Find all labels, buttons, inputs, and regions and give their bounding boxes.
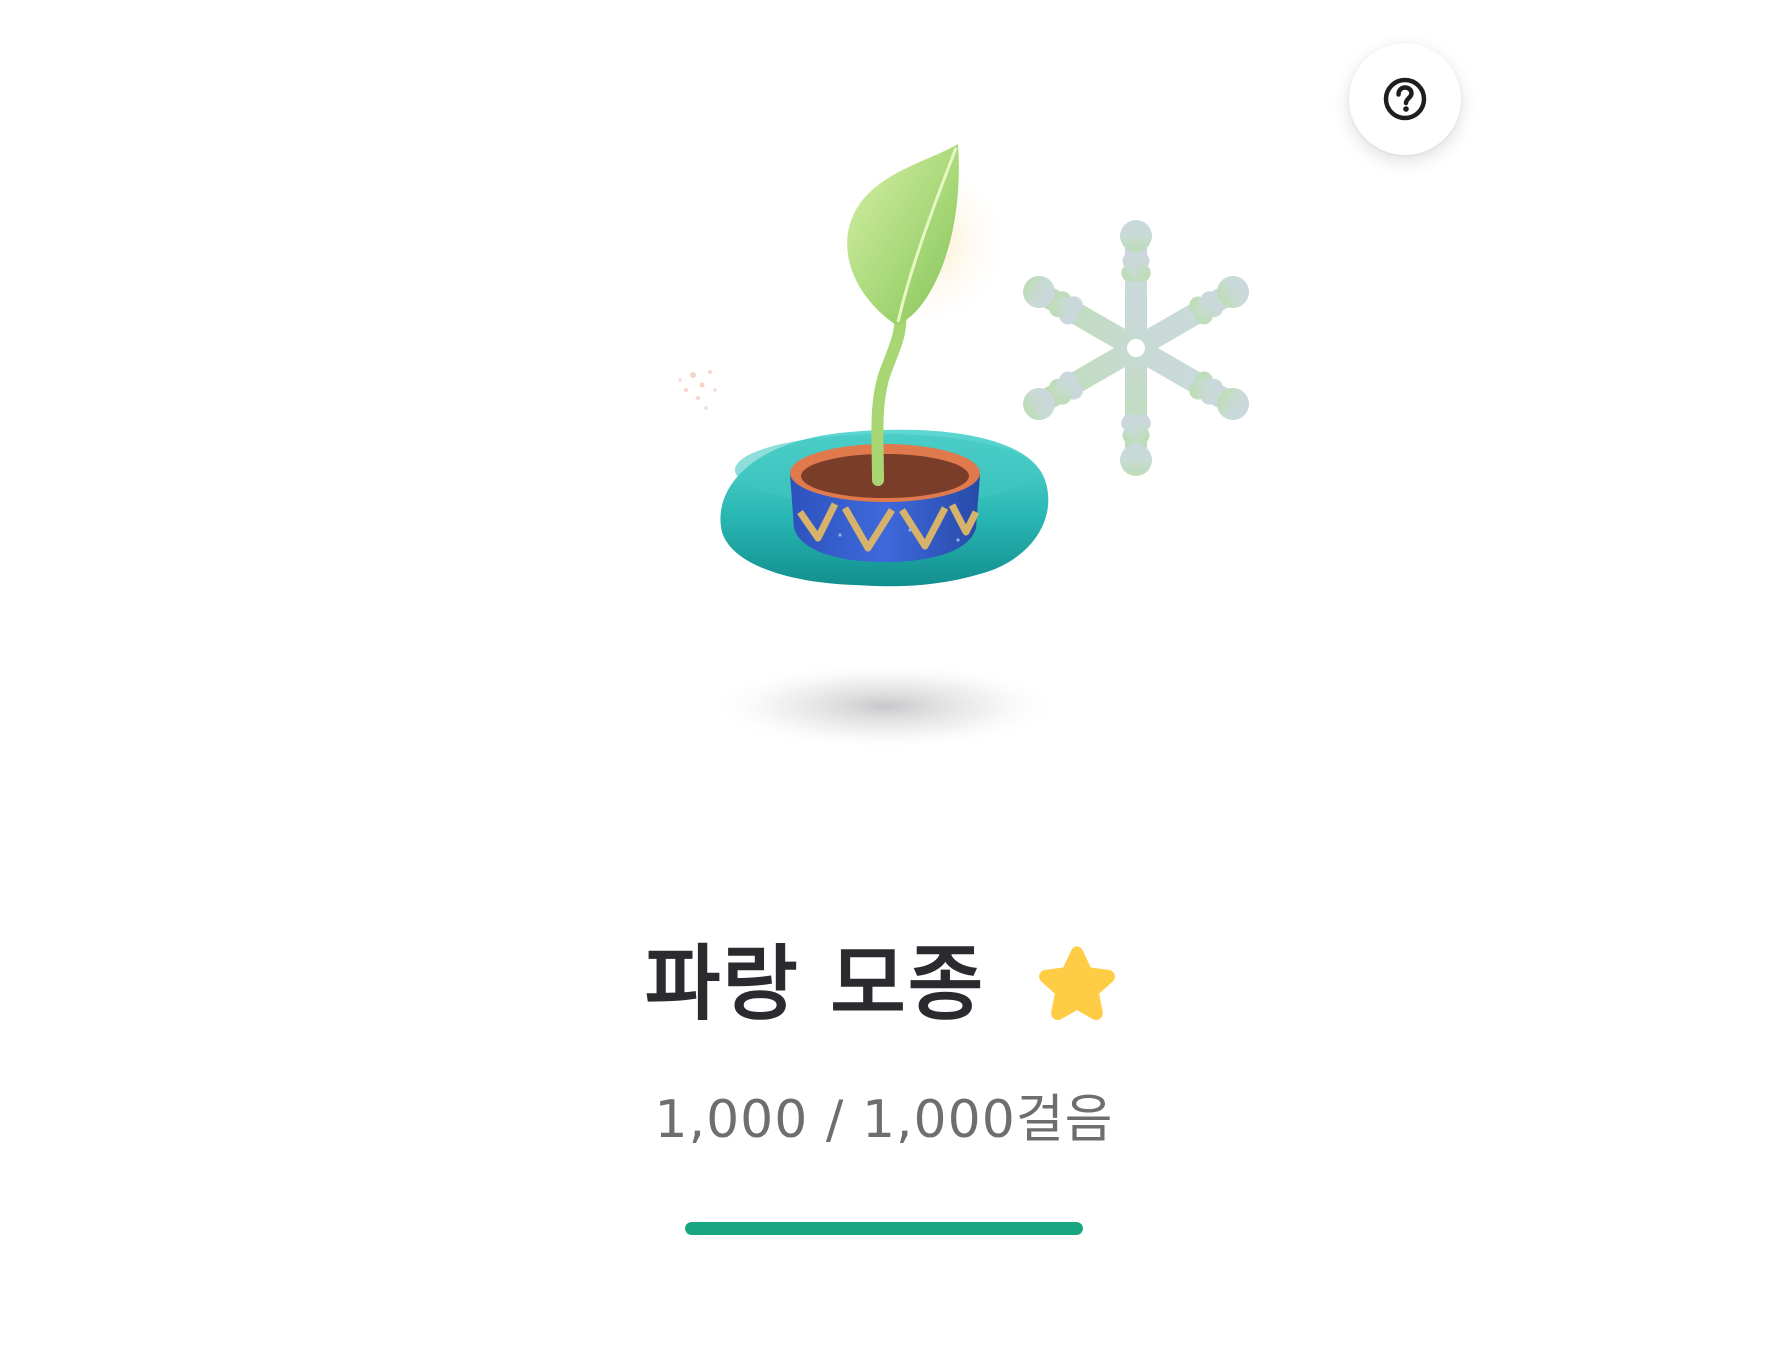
shadow-shape <box>710 662 1060 750</box>
plant-illustration <box>640 140 1280 780</box>
star-icon <box>1039 946 1116 1021</box>
help-button[interactable] <box>1349 43 1461 155</box>
progress-bar <box>685 1222 1083 1235</box>
question-circle-icon <box>1383 77 1427 121</box>
sparkle-shape <box>678 370 717 410</box>
plant-title-row: 파랑 모종 <box>0 930 1768 1040</box>
pot-icon <box>790 444 980 562</box>
step-count: 1,000 / 1,000걸음 <box>0 1085 1768 1155</box>
goal-steps: 1,000 <box>861 1090 1016 1150</box>
steps-unit: 걸음 <box>1015 1090 1114 1150</box>
current-steps: 1,000 <box>654 1090 809 1150</box>
plant-name: 파랑 모종 <box>644 937 986 1032</box>
steps-separator: / <box>808 1090 862 1150</box>
progress-fill <box>685 1222 1083 1235</box>
snowflake-icon <box>1023 220 1249 476</box>
